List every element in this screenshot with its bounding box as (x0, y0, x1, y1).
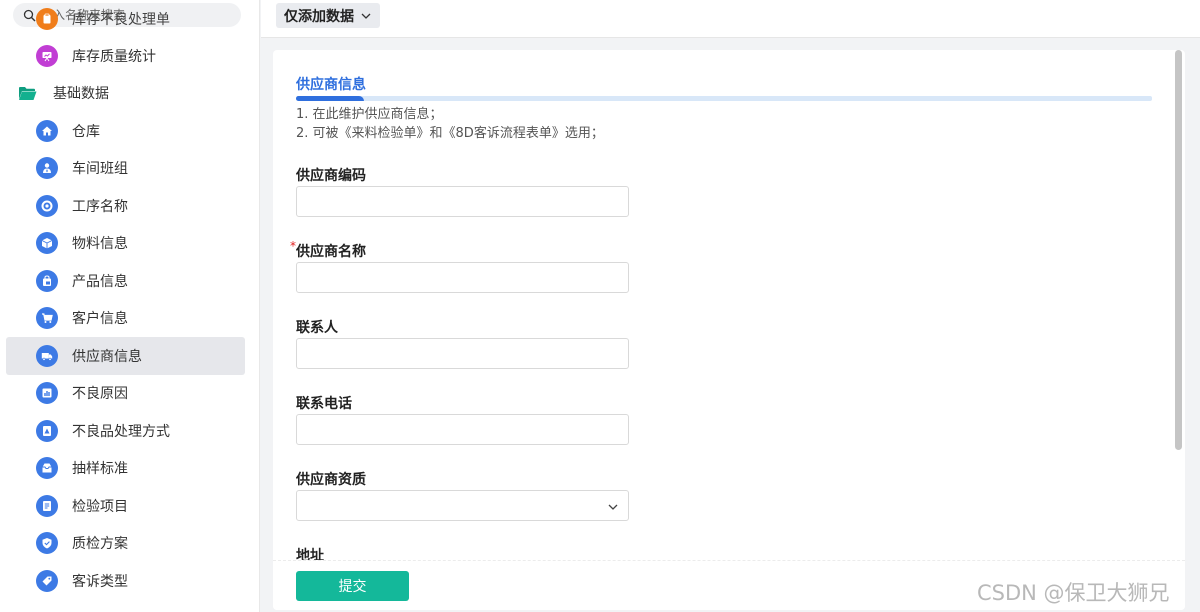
note-line: 2. 可被《来料检验单》和《8D客诉流程表单》选用； (296, 126, 604, 141)
note-line: 1. 在此维护供应商信息； (296, 107, 443, 122)
sidebar-item-defect-reason[interactable]: 不良原因 (0, 375, 259, 413)
sidebar-item-product-info[interactable]: 产品信息 (0, 262, 259, 300)
worker-icon (36, 157, 58, 180)
contact-input[interactable] (297, 339, 628, 368)
chevron-down-icon (361, 13, 371, 19)
phone-label: 联系电话 (296, 396, 352, 412)
sidebar-item-label: 检验项目 (72, 498, 128, 515)
supplier-name-label-text: 供应商名称 (296, 244, 366, 260)
home-icon (36, 119, 58, 142)
sidebar-item-label: 工序名称 (72, 198, 128, 215)
alert-doc-icon (36, 419, 58, 442)
sidebar-item-warehouse[interactable]: 仓库 (0, 112, 259, 150)
contact-field (296, 338, 629, 369)
form-panel: 供应商信息 1. 在此维护供应商信息； 2. 可被《来料检验单》和《8D客诉流程… (273, 50, 1185, 610)
required-mark: * (290, 239, 296, 253)
supplier-code-input[interactable] (297, 187, 628, 216)
box-icon (36, 232, 58, 255)
search-icon (23, 9, 36, 21)
sidebar: 库存不良处理单 库存质量统计 基础数据 仓库 车间班组 工序名称 物料信息 产品… (0, 0, 260, 612)
sidebar-item-defect-handling[interactable]: 不良品处理方式 (0, 412, 259, 450)
sidebar-item-label: 库存不良处理单 (72, 11, 170, 28)
section-notes: 1. 在此维护供应商信息； 2. 可被《来料检验单》和《8D客诉流程表单》选用； (296, 105, 604, 143)
contact-label: 联系人 (296, 320, 338, 336)
cart-icon (36, 307, 58, 330)
form-scrollbar[interactable] (1174, 50, 1184, 610)
sidebar-item-label: 库存质量统计 (72, 48, 156, 65)
add-mode-dropdown[interactable]: 仅添加数据 (276, 3, 380, 28)
supplier-name-input[interactable] (297, 263, 628, 292)
supplier-name-label: * 供应商名称 (290, 239, 366, 261)
chart-icon (36, 382, 58, 405)
sidebar-group-basic-data[interactable]: 基础数据 (0, 75, 259, 113)
supplier-code-field (296, 186, 629, 217)
sidebar-item-label: 车间班组 (72, 161, 128, 178)
sidebar-item-label: 产品信息 (72, 273, 128, 290)
sidebar-item-label: 不良品处理方式 (72, 423, 170, 440)
sidebar-item-label: 抽样标准 (72, 461, 128, 478)
section-divider (296, 96, 1152, 101)
chevron-down-icon (608, 504, 618, 510)
sidebar-item-complaint-type[interactable]: 客诉类型 (0, 562, 259, 600)
truck-icon (36, 344, 58, 367)
folder-open-icon (19, 86, 37, 100)
shield-check-icon (36, 532, 58, 555)
sidebar-item-label: 质检方案 (72, 536, 128, 553)
supplier-code-label: 供应商编码 (296, 168, 366, 184)
section-title: 供应商信息 (296, 77, 366, 93)
add-mode-label: 仅添加数据 (284, 8, 354, 25)
sidebar-item-label: 客诉类型 (72, 573, 128, 590)
sidebar-item-label: 供应商信息 (72, 348, 142, 365)
sidebar-item-label: 物料信息 (72, 236, 128, 253)
sidebar-item-sampling-standard[interactable]: 抽样标准 (0, 450, 259, 488)
phone-input[interactable] (297, 415, 628, 444)
sidebar-item-supplier-info[interactable]: 供应商信息 (0, 337, 259, 375)
sidebar-item-label: 不良原因 (72, 386, 128, 403)
target-icon (36, 194, 58, 217)
sidebar-nav: 库存不良处理单 库存质量统计 基础数据 仓库 车间班组 工序名称 物料信息 产品… (0, 7, 259, 600)
sidebar-item-inspection-item[interactable]: 检验项目 (0, 487, 259, 525)
sidebar-group-label: 基础数据 (53, 86, 109, 103)
qualification-select[interactable] (296, 490, 629, 521)
sidebar-item-label: 仓库 (72, 123, 100, 140)
sidebar-item-inventory-quality-stats[interactable]: 库存质量统计 (0, 37, 259, 75)
sidebar-item-label: 客户信息 (72, 311, 128, 328)
watermark: CSDN @保卫大狮兄 (977, 581, 1170, 605)
tag-icon (36, 569, 58, 592)
sidebar-item-process-name[interactable]: 工序名称 (0, 187, 259, 225)
section-divider-accent (296, 96, 364, 101)
sidebar-item-qc-plan[interactable]: 质检方案 (0, 525, 259, 563)
sidebar-item-material-info[interactable]: 物料信息 (0, 225, 259, 263)
bag-icon (36, 269, 58, 292)
top-toolbar: 仅添加数据 (261, 0, 1200, 38)
sidebar-item-workshop-team[interactable]: 车间班组 (0, 150, 259, 188)
scrollbar-thumb[interactable] (1175, 50, 1182, 450)
presentation-icon (36, 44, 58, 67)
inbox-icon (36, 457, 58, 480)
sidebar-item-customer-info[interactable]: 客户信息 (0, 300, 259, 338)
submit-button[interactable]: 提交 (296, 571, 409, 601)
qualification-label: 供应商资质 (296, 472, 366, 488)
supplier-name-field (296, 262, 629, 293)
clipboard-icon (36, 7, 58, 30)
document-icon (36, 494, 58, 517)
phone-field (296, 414, 629, 445)
